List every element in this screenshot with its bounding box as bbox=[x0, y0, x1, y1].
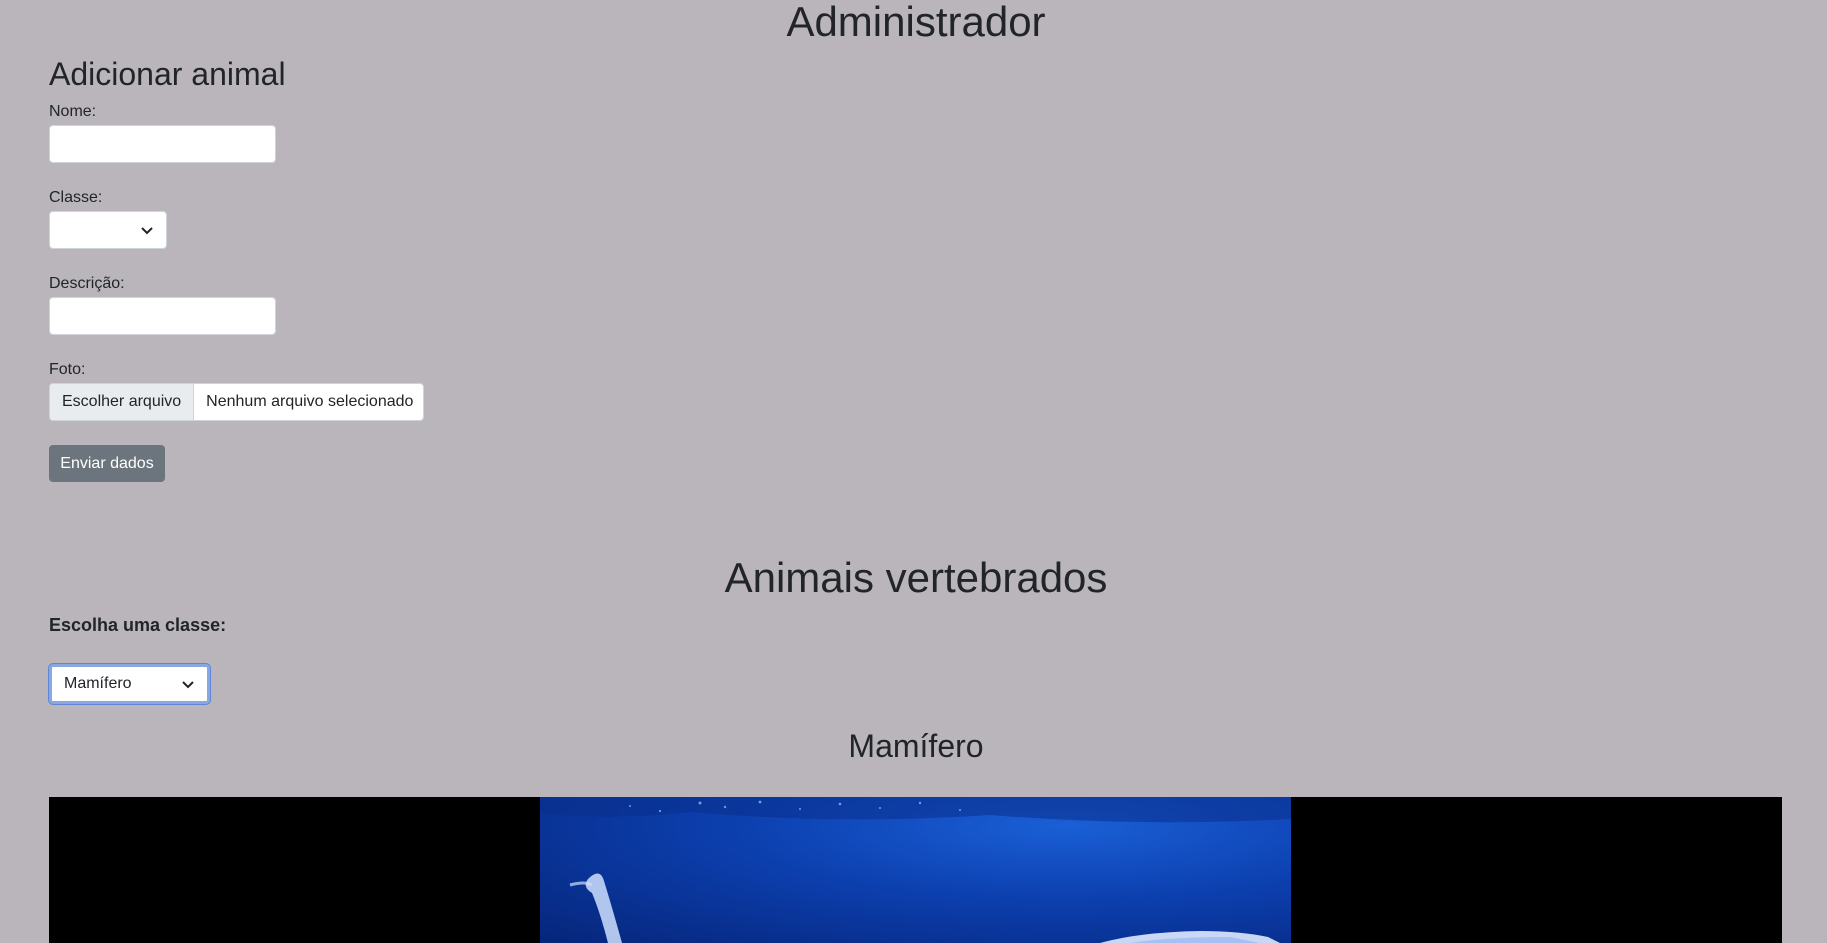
description-label: Descrição: bbox=[49, 275, 125, 292]
class-heading: Mamífero bbox=[848, 728, 984, 764]
vertebrates-heading: Animais vertebrados bbox=[724, 554, 1108, 601]
page-title: Administrador bbox=[786, 0, 1046, 45]
choose-file-button[interactable]: Escolher arquivo bbox=[50, 384, 195, 420]
class-filter-select[interactable]: Mamífero bbox=[49, 664, 210, 704]
whale-photo bbox=[540, 797, 1291, 943]
whale-illustration bbox=[540, 797, 1291, 943]
name-input[interactable] bbox=[49, 125, 276, 163]
chevron-down-icon bbox=[182, 681, 194, 689]
chevron-down-icon bbox=[141, 227, 153, 235]
class-filter-value: Mamífero bbox=[64, 675, 132, 692]
class-select[interactable] bbox=[49, 211, 167, 249]
description-input[interactable] bbox=[49, 297, 276, 335]
animal-photo-frame bbox=[49, 797, 1782, 943]
file-status-text: Nenhum arquivo selecionado bbox=[206, 393, 414, 410]
choose-class-label: Escolha uma classe: bbox=[49, 615, 227, 635]
class-label: Classe: bbox=[49, 189, 103, 206]
submit-button[interactable]: Enviar dados bbox=[49, 445, 165, 482]
add-animal-heading: Adicionar animal bbox=[49, 56, 286, 92]
photo-label: Foto: bbox=[49, 361, 86, 378]
name-label: Nome: bbox=[49, 103, 97, 120]
photo-file-input[interactable]: Escolher arquivo Nenhum arquivo selecion… bbox=[49, 383, 424, 421]
